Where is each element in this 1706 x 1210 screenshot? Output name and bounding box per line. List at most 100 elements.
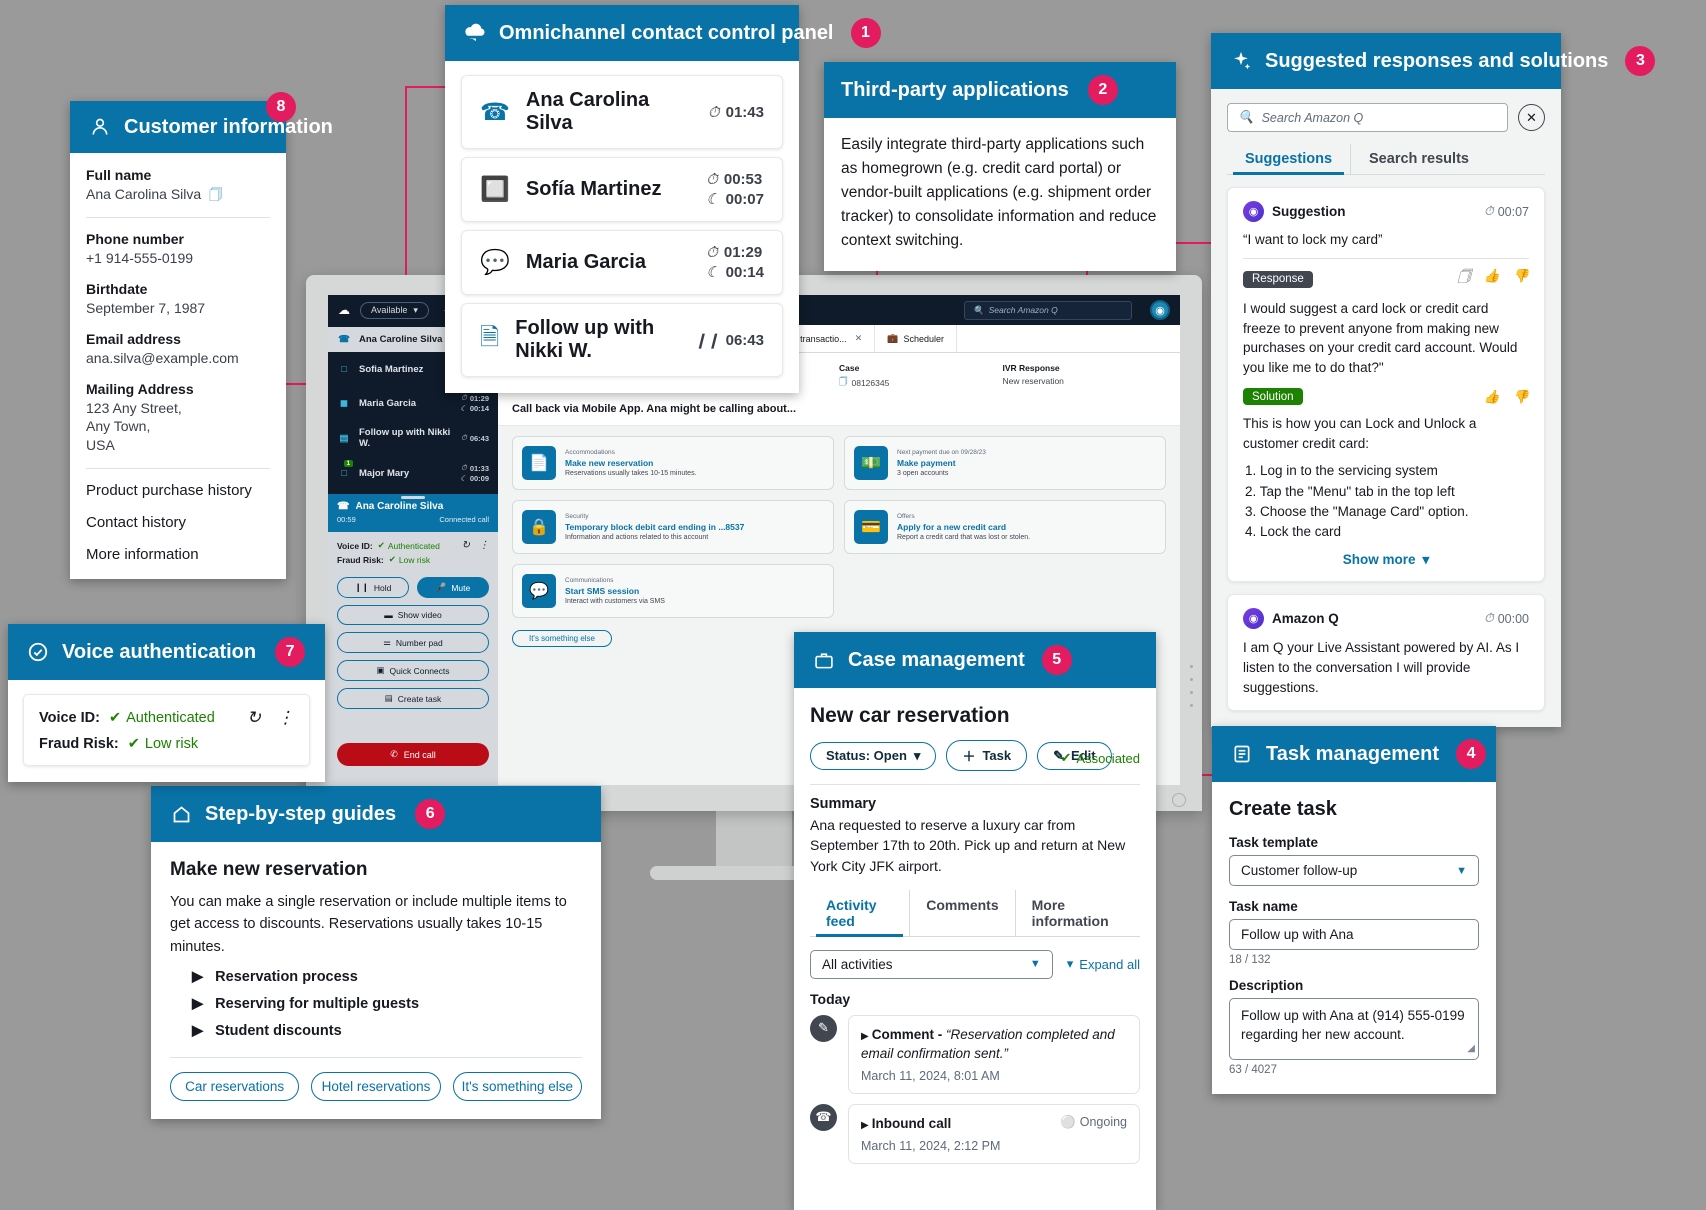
quick-connects-button[interactable]: ▣ Quick Connects (337, 660, 489, 681)
resize-handle[interactable]: ◢ (1467, 1042, 1475, 1056)
tab-more-information[interactable]: More information (1014, 889, 1140, 936)
copy-icon[interactable]: 🗍 (839, 376, 848, 390)
chat-icon: 🔲 (480, 176, 510, 203)
expand-all-button[interactable]: ▾ Expand all (1067, 956, 1140, 972)
activity-filter-select[interactable]: All activities ▼ (810, 949, 1053, 979)
more-icon[interactable]: ⋮ (277, 708, 294, 728)
end-call-button[interactable]: ✆ End call (337, 743, 489, 766)
feed-card[interactable]: ▶ Comment - “Reservation completed and em… (848, 1014, 1140, 1094)
drag-handle[interactable] (401, 496, 425, 499)
tab-comments[interactable]: Comments (909, 889, 1014, 936)
check-circle-icon (25, 639, 51, 665)
tab-search-results[interactable]: Search results (1350, 144, 1487, 174)
quick-connect-icon: ▣ (376, 665, 385, 675)
refresh-icon[interactable]: ↻ (247, 708, 261, 728)
omnichannel-contact-item[interactable]: 💬 Maria Garcia ⏱ 01:29 ☾ 00:14 (461, 230, 783, 295)
divider (810, 784, 1140, 785)
task-template-select[interactable]: Customer follow-up ▼ (1229, 855, 1479, 886)
ccp-contact-row[interactable]: 1 □ Major Mary ⏱ 01:33 ☾ 00:09 (328, 456, 498, 490)
more-icon[interactable]: ⋮ (479, 540, 489, 551)
contact-timers: ⏱ 01:29 ☾ 00:14 (706, 244, 764, 281)
action-card[interactable]: 💳 Offers Apply for a new credit card Repor… (844, 500, 1166, 554)
card-eyebrow: Offers (897, 513, 915, 520)
omnichannel-contact-item[interactable]: ☎ Ana Carolina Silva ⏱ 01:43 (461, 75, 783, 149)
field-phone-number: Phone number +1 914-555-0199 (86, 231, 270, 268)
guide-text: You can make a single reservation or inc… (170, 894, 567, 955)
something-else-button[interactable]: It's something else (512, 630, 612, 647)
section-heading: Create task (1229, 798, 1337, 820)
summary-key: Case (839, 363, 860, 373)
field-value: ana.silva@example.com (86, 349, 239, 366)
copy-icon[interactable]: 🗍 (209, 186, 222, 204)
guide-item[interactable]: ▶ Student discounts (192, 1023, 582, 1039)
search-input[interactable]: 🔍 Search Amazon Q (1227, 103, 1508, 132)
number-pad-button[interactable]: ⚌ Number pad (337, 632, 489, 653)
add-task-button[interactable]: ＋ Task (946, 740, 1028, 771)
panel-body: Create task Task template Customer follo… (1212, 782, 1496, 1094)
panel-body: Full name Ana Carolina Silva 🗍 Phone num… (70, 153, 286, 579)
task-name-input[interactable]: Follow up with Ana (1229, 919, 1479, 950)
show-video-button[interactable]: ▬ Show video (337, 605, 489, 625)
tab-suggestions[interactable]: Suggestions (1227, 144, 1350, 175)
action-card[interactable]: 📄 Accommodations Make new reservation Rese… (512, 436, 834, 490)
panel-header: Omnichannel contact control panel 1 (445, 5, 881, 61)
card-title: Apply for a new credit card (897, 522, 1007, 532)
thumbs-down-icon[interactable]: 👎 (1513, 389, 1529, 405)
copy-icon[interactable]: 🗍 (1458, 268, 1471, 290)
contact-name: Follow up with Nikki W. (515, 317, 655, 362)
guide-item[interactable]: ▶ Reserving for multiple guests (192, 996, 582, 1012)
feed-card[interactable]: ▶ Inbound call ⚪ Ongoing March 11, 2024, 2… (848, 1103, 1140, 1164)
description-textarea[interactable]: Follow up with Ana at (914) 555-0199 reg… (1229, 998, 1479, 1060)
omnichannel-contact-item[interactable]: 🗎 Follow up with Nikki W. ❙❙ 06:43 (461, 303, 783, 377)
solution-pill: Solution (1243, 388, 1303, 406)
briefcase-icon (811, 647, 837, 673)
power-button[interactable] (1172, 793, 1186, 807)
action-card[interactable]: 💵 Next payment due on 09/28/23 Make payme… (844, 436, 1166, 490)
hotel-reservations-button[interactable]: Hotel reservations (311, 1072, 441, 1102)
link-more-information[interactable]: More information (86, 546, 270, 563)
suggestion-quote: “I want to lock my card” (1243, 232, 1383, 247)
ccp-contact-row[interactable]: ▤ Follow up with Nikki W. ⏱ 06:43 (328, 420, 498, 456)
omnichannel-contact-item[interactable]: 🔲 Sofía Martinez ⏱ 00:53 ☾ 00:07 (461, 157, 783, 222)
guide-item[interactable]: ▶ Reservation process (192, 969, 582, 985)
something-else-button[interactable]: It's something else (452, 1072, 582, 1102)
suggestion-header: ◉ Suggestion ⏱ 00:07 (1243, 201, 1529, 222)
status-button[interactable]: Status: Open ▾ (810, 741, 937, 770)
fraud-risk-row: Fraud Risk: ✔ Low risk (39, 736, 294, 752)
search-input[interactable]: 🔍 Search Amazon Q (964, 300, 1132, 320)
thumbs-up-icon[interactable]: 👍 (1484, 389, 1500, 405)
thumbs-up-icon[interactable]: 👍 (1484, 268, 1500, 290)
status-selector[interactable]: Available ▾ (360, 301, 429, 319)
close-icon[interactable]: ✕ (855, 333, 863, 344)
hold-button[interactable]: ❙❙ Hold (337, 577, 409, 598)
step-by-step-guides-panel: Step-by-step guides 6 Make new reservati… (151, 786, 601, 1120)
refresh-icon[interactable]: ↻ (462, 540, 470, 551)
link-contact-history[interactable]: Contact history (86, 514, 270, 531)
tab-activity-feed[interactable]: Activity feed (810, 890, 909, 937)
fraud-risk-label: Fraud Risk: (337, 554, 384, 565)
contact-name: Ana Carolina Silva (525, 89, 650, 134)
link-product-purchase-history[interactable]: Product purchase history (86, 482, 270, 499)
search-icon: 🔍 (1238, 110, 1254, 124)
field-value: +1 914-555-0199 (86, 249, 194, 266)
clock-icon: ⏱ (1483, 611, 1494, 626)
action-card[interactable]: 🔒 Security Temporary block debit card end… (512, 500, 834, 554)
show-more-button[interactable]: Show more ▾ (1243, 552, 1529, 568)
thumbs-down-icon[interactable]: 👎 (1513, 268, 1529, 290)
mute-button[interactable]: 🎤 Mute (417, 577, 489, 598)
feed-status: ⚪ Ongoing (1060, 1114, 1127, 1130)
amazon-q-orb[interactable]: ◉ (1150, 300, 1170, 320)
suggestion-card: ◉ Suggestion ⏱ 00:07 “I want to lock my c… (1227, 187, 1545, 583)
task-name-label: Task name (1229, 899, 1298, 914)
task-name-counter: 18 / 132 (1229, 954, 1271, 966)
voice-auth-card: Voice ID: ✔ Authenticated ↻ ⋮ Fraud Risk: … (23, 694, 310, 766)
field-value: 123 Any Street, Any Town, USA (86, 399, 182, 454)
car-reservations-button[interactable]: Car reservations (170, 1072, 300, 1102)
create-task-button[interactable]: ▤ Create task (337, 688, 489, 709)
active-state: Connected call (439, 515, 489, 524)
close-icon[interactable]: ✕ (1518, 104, 1545, 131)
tab-scheduler[interactable]: 💼 Scheduler (875, 325, 957, 352)
action-card[interactable]: 💬 Communications Start SMS session Interac… (512, 564, 834, 618)
panel-title: Case management (848, 648, 1025, 671)
description-label: Description (1229, 978, 1304, 993)
